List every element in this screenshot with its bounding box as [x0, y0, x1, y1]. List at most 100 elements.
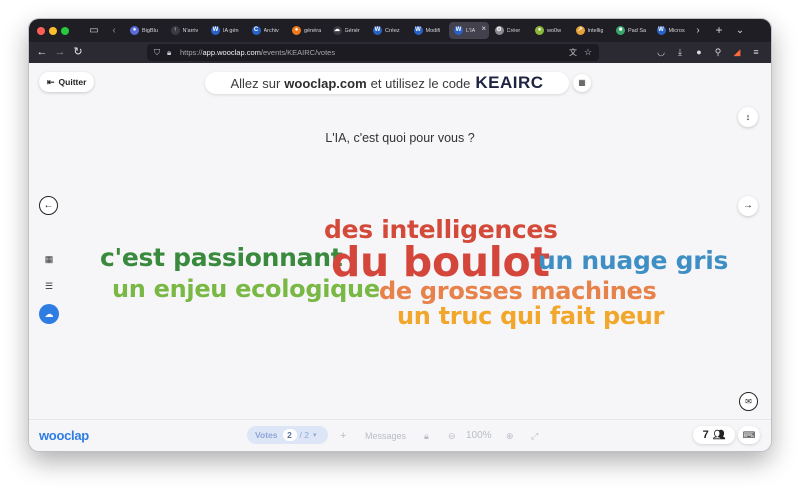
wooclap-app: ⇤ Quitter Allez sur wooclap.com et utili… — [29, 63, 771, 451]
tab-8[interactable]: W L'IA × — [449, 22, 489, 39]
tab-12[interactable]: ■ Pad Sa — [611, 22, 651, 39]
browser-window: ▭ ‹ ● BigBlu ↑ N'arriv W IA gén C Archiv ● généra… — [29, 19, 771, 451]
tab-label: Intellig — [587, 27, 604, 34]
tab-7[interactable]: W Modifi — [409, 22, 449, 39]
zoom-out-icon[interactable]: ⊖ — [448, 420, 456, 451]
word-cloud-term: c'est passionnant — [100, 243, 343, 272]
nav-toolbar: ← → ↻ ⛉ 🔒︎ https://app.wooclap.com/event… — [29, 42, 771, 63]
votes-label: Votes — [255, 430, 278, 440]
join-prefix: Allez sur — [230, 75, 281, 91]
next-question-arrow-icon[interactable]: → — [738, 196, 758, 216]
close-window-button[interactable] — [37, 27, 45, 35]
reload-icon[interactable]: ↻ — [71, 42, 85, 63]
participants-icon: 👥︎ — [712, 429, 726, 441]
tab-0[interactable]: ● BigBlu — [125, 22, 165, 39]
lock-icon[interactable]: 🔒︎ — [167, 44, 171, 61]
add-icon[interactable]: + — [340, 420, 346, 451]
join-middle: et utilisez le code — [370, 75, 471, 91]
close-tab-icon[interactable]: × — [481, 24, 486, 33]
chevron-down-icon: ▾ — [312, 432, 317, 439]
shield-icon[interactable]: ⛉ — [154, 44, 160, 61]
tab-favicon-icon: ↑ — [170, 26, 180, 35]
fullscreen-icon[interactable]: ⤢ — [531, 420, 538, 451]
messages-envelope-icon[interactable]: ✉ — [739, 392, 758, 411]
grid-view-icon[interactable]: ▦ — [39, 249, 59, 269]
tab-2[interactable]: W IA gén — [206, 22, 246, 39]
keyboard-icon[interactable]: ⌨ — [738, 426, 760, 444]
tab-favicon-icon: W — [211, 26, 220, 35]
download-icon[interactable]: ⤓ — [674, 42, 686, 63]
pocket-icon[interactable]: ◡ — [655, 42, 667, 63]
tab-favicon-icon: C — [251, 26, 261, 35]
back-arrow-icon[interactable]: ← — [35, 42, 49, 63]
tab-label: Créer — [506, 27, 521, 34]
expand-vertical-icon[interactable]: ↕ — [738, 107, 758, 127]
new-tab-button[interactable]: + — [713, 19, 725, 42]
join-site: wooclap.com — [284, 75, 367, 91]
url-prefix: https:// — [180, 48, 203, 57]
minimize-window-button[interactable] — [49, 27, 57, 35]
extension-puzzle-icon[interactable]: ⚲ — [712, 42, 724, 63]
votes-current: 2 — [282, 429, 297, 441]
account-avatar-icon[interactable]: ● — [693, 42, 705, 63]
tab-11[interactable]: ↗ Intellig — [571, 22, 611, 39]
tab-favicon-icon: ● — [292, 26, 301, 35]
messages-button[interactable]: Messages — [365, 420, 406, 451]
tab-overview-icon[interactable]: ▭ — [87, 19, 101, 42]
event-code: KEAIRC — [475, 73, 544, 92]
tab-13[interactable]: W Micros — [652, 22, 692, 39]
tab-label: Pad Sa — [628, 27, 647, 34]
quit-button[interactable]: ⇤ Quitter — [39, 72, 95, 92]
tab-label: généra — [304, 27, 322, 34]
scroll-tabs-left-icon[interactable]: ‹ — [109, 19, 119, 42]
menu-hamburger-icon[interactable]: ≡ — [750, 42, 762, 63]
tab-6[interactable]: W Créez — [368, 22, 408, 39]
tab-10[interactable]: ● wo0w — [530, 22, 570, 39]
zoom-in-icon[interactable]: ⊕ — [506, 420, 514, 451]
list-tabs-chevron-down-icon[interactable]: ⌄ — [734, 19, 746, 42]
zoom-level: 100% — [466, 430, 492, 441]
url-bar[interactable]: ⛉ 🔒︎ https://app.wooclap.com/events/KEAI… — [147, 44, 599, 61]
tab-3[interactable]: C Archiv — [247, 22, 287, 39]
maximize-window-button[interactable] — [61, 27, 69, 35]
participant-count-value: 7 — [702, 429, 709, 441]
tab-label: Archiv — [263, 27, 279, 34]
lock-icon[interactable]: 🔒︎ — [424, 420, 429, 451]
tab-favicon-icon: W — [656, 26, 666, 35]
votes-selector[interactable]: Votes 2 / 2 ▾ — [247, 426, 328, 444]
tab-label: Micros — [668, 27, 685, 34]
tab-favicon-icon: ↗ — [575, 26, 585, 35]
tab-9[interactable]: ⚙ Créer — [490, 22, 530, 39]
qr-code-icon[interactable]: ▦ — [573, 74, 591, 92]
tab-bar: ▭ ‹ ● BigBlu ↑ N'arriv W IA gén C Archiv ● généra… — [29, 19, 771, 42]
tab-4[interactable]: ● généra — [287, 22, 327, 39]
extension-icon[interactable]: ◢ — [731, 42, 743, 63]
url-host: app.wooclap.com — [202, 48, 261, 57]
word-cloud-term: un truc qui fait peur — [397, 302, 665, 330]
previous-question-arrow-icon[interactable]: ← — [39, 196, 58, 215]
scroll-tabs-right-icon[interactable]: › — [693, 19, 703, 42]
tab-label: N'arriv — [182, 27, 199, 34]
question-title: L'IA, c'est quoi pour vous ? — [325, 131, 475, 145]
tab-label: BigBlu — [142, 27, 158, 34]
bookmark-star-icon[interactable]: ☆ — [584, 44, 592, 61]
exit-arrow-icon: ⇤ — [47, 76, 55, 87]
tab-favicon-icon: ● — [535, 26, 544, 35]
word-cloud-term: un enjeu ecologique — [112, 275, 380, 303]
tab-favicon-icon: ● — [130, 26, 139, 35]
url-path: /events/KEAIRC/votes — [260, 48, 336, 57]
cloud-view-icon[interactable]: ☁ — [39, 304, 59, 324]
votes-total: / 2 — [299, 430, 309, 440]
forward-arrow-icon[interactable]: → — [53, 42, 67, 63]
participant-count[interactable]: 7 👥︎ — [693, 426, 735, 444]
url-text[interactable]: https://app.wooclap.com/events/KEAIRC/vo… — [180, 44, 335, 61]
translate-icon[interactable]: 文 — [569, 44, 577, 61]
list-view-icon[interactable]: ☰ — [39, 276, 59, 296]
quit-label: Quitter — [58, 77, 87, 87]
tab-favicon-icon: ⚙ — [494, 26, 504, 35]
tab-favicon-icon: W — [373, 26, 382, 35]
bottom-bar: wooclap Votes 2 / 2 ▾ + Messages 🔒︎ ⊖ 10… — [29, 419, 771, 451]
tab-1[interactable]: ↑ N'arriv — [166, 22, 206, 39]
tab-favicon-icon: ☁ — [332, 26, 342, 35]
tab-5[interactable]: ☁ Génér — [328, 22, 368, 39]
